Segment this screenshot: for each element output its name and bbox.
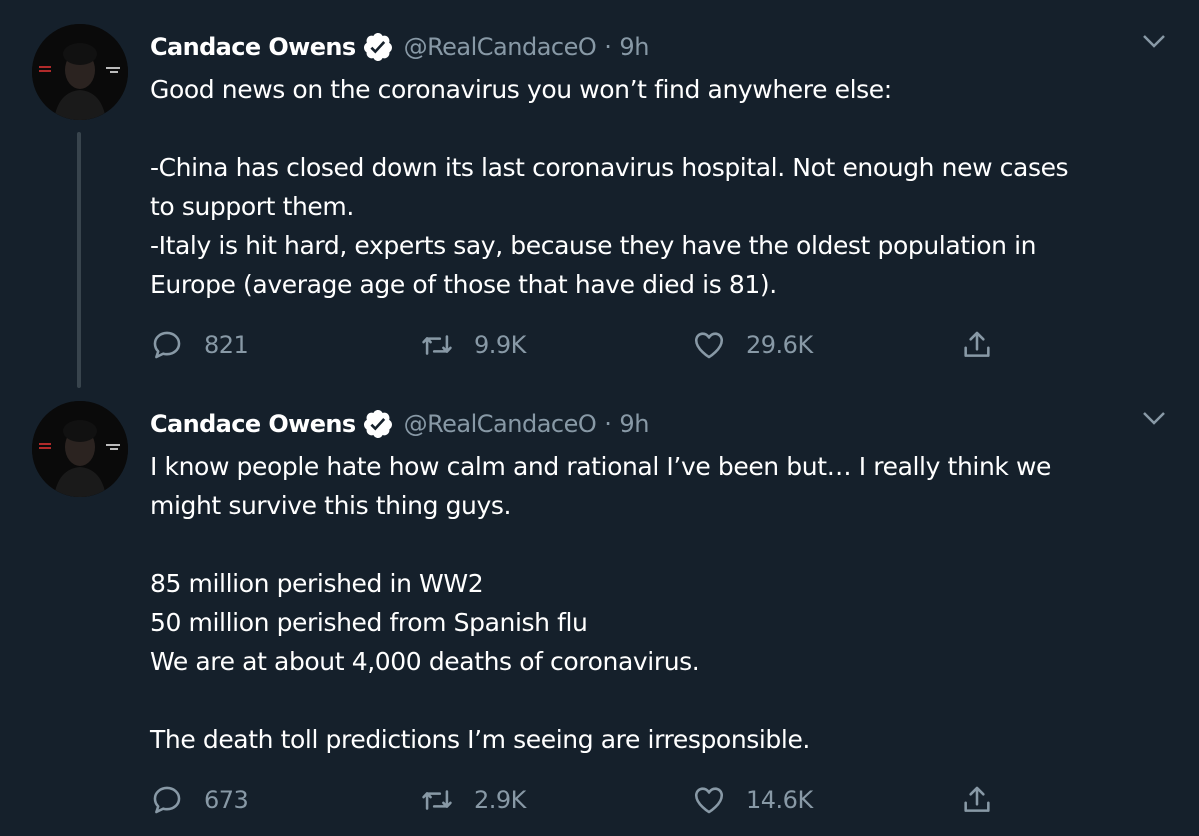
tweet-text-line: I know people hate how calm and rational… [150, 452, 1052, 481]
tweet-text-line: -China has closed down its last coronavi… [150, 153, 1069, 182]
tweet-text-line: Good news on the coronavirus you won’t f… [150, 75, 892, 104]
tweet[interactable]: Candace Owens @RealCandaceO · 9h I know … [0, 395, 1199, 836]
author-name[interactable]: Candace Owens [150, 33, 356, 61]
tweet-text: Good news on the coronavirus you won’t f… [150, 70, 1170, 304]
verified-badge-icon [362, 408, 394, 440]
heart-icon [692, 783, 726, 817]
separator-dot: · [604, 33, 612, 61]
tweet[interactable]: Candace Owens @RealCandaceO · 9h Good ne… [0, 0, 1199, 395]
tweet-text: I know people hate how calm and rational… [150, 447, 1170, 759]
heart-icon [692, 328, 726, 362]
reply-bubble-icon [150, 783, 184, 817]
tweet-header: Candace Owens @RealCandaceO · 9h [150, 30, 649, 64]
avatar-photo [32, 24, 128, 120]
retweet-button[interactable]: 9.9K [420, 325, 526, 365]
retweet-icon [420, 783, 454, 817]
tweet-text-line: -Italy is hit hard, experts say, because… [150, 231, 1037, 260]
share-button[interactable] [960, 780, 994, 820]
tweet-actions: 673 2.9K 14.6K [150, 780, 1050, 820]
reply-count: 821 [204, 331, 249, 359]
author-handle[interactable]: @RealCandaceO [404, 33, 597, 61]
author-name[interactable]: Candace Owens [150, 410, 356, 438]
tweet-text-line: The death toll predictions I’m seeing ar… [150, 725, 810, 754]
author-handle[interactable]: @RealCandaceO [404, 410, 597, 438]
retweet-button[interactable]: 2.9K [420, 780, 526, 820]
tweet-text-line: 85 million perished in WW2 [150, 569, 484, 598]
like-button[interactable]: 29.6K [692, 325, 813, 365]
tweet-blank-line [150, 109, 1170, 148]
tweet-blank-line [150, 525, 1170, 564]
tweet-text-line: might survive this thing guys. [150, 491, 512, 520]
tweet-text-line: 50 million perished from Spanish flu [150, 608, 588, 637]
tweet-blank-line [150, 681, 1170, 720]
thread-connector-line [77, 132, 81, 388]
tweet-header: Candace Owens @RealCandaceO · 9h [150, 407, 649, 441]
share-button[interactable] [960, 325, 994, 365]
like-count: 29.6K [746, 331, 813, 359]
chevron-down-icon[interactable] [1139, 26, 1169, 56]
reply-button[interactable]: 821 [150, 325, 249, 365]
chevron-down-icon[interactable] [1139, 403, 1169, 433]
like-button[interactable]: 14.6K [692, 780, 813, 820]
avatar-photo [32, 401, 128, 497]
reply-button[interactable]: 673 [150, 780, 249, 820]
retweet-count: 9.9K [474, 331, 526, 359]
tweet-text-line: to support them. [150, 192, 354, 221]
reply-count: 673 [204, 786, 249, 814]
separator-dot: · [604, 410, 612, 438]
like-count: 14.6K [746, 786, 813, 814]
avatar[interactable] [32, 401, 128, 497]
share-upload-icon [960, 328, 994, 362]
retweet-icon [420, 328, 454, 362]
tweet-text-line: Europe (average age of those that have d… [150, 270, 777, 299]
retweet-count: 2.9K [474, 786, 526, 814]
tweet-actions: 821 9.9K 29.6K [150, 325, 1050, 365]
tweet-timestamp[interactable]: 9h [619, 33, 649, 61]
tweet-text-line: We are at about 4,000 deaths of coronavi… [150, 647, 700, 676]
share-upload-icon [960, 783, 994, 817]
verified-badge-icon [362, 31, 394, 63]
reply-bubble-icon [150, 328, 184, 362]
avatar[interactable] [32, 24, 128, 120]
tweet-timestamp[interactable]: 9h [619, 410, 649, 438]
